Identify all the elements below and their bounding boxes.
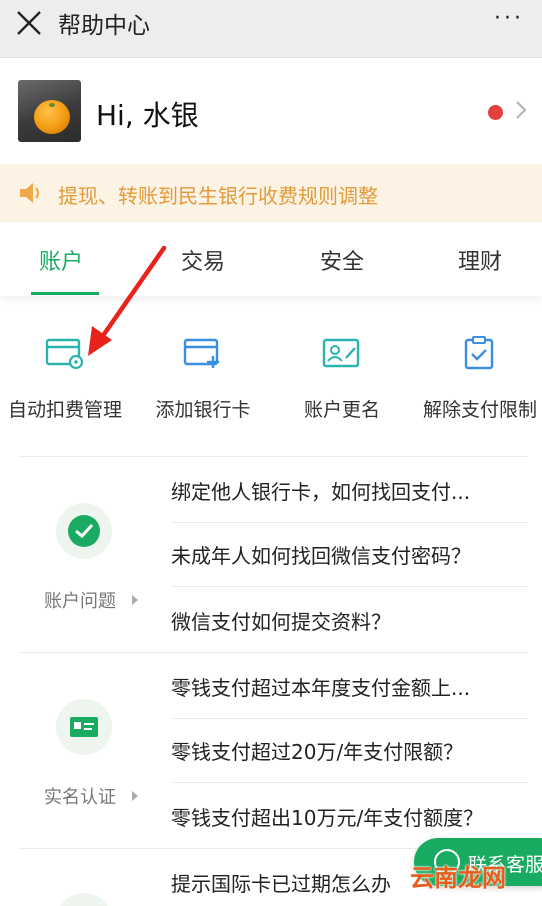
quick-action-label: 账户更名 (303, 399, 380, 421)
notification-dot (488, 105, 503, 120)
tab-wealth[interactable]: 理财 (458, 244, 502, 276)
caret-right-icon (132, 791, 138, 801)
quick-action-remove-restriction[interactable]: 解除支付限制 (410, 300, 542, 430)
category-account-issues[interactable]: 账户问题 (18, 457, 168, 652)
avatar (18, 80, 81, 142)
clipboard-check-icon (464, 336, 494, 370)
profile-row[interactable]: Hi, 水银 (0, 58, 542, 164)
faq-question[interactable]: 零钱支付超过本年度支付金额上... (171, 653, 528, 719)
top-bar: 帮助中心 ··· (0, 0, 542, 58)
tab-transaction[interactable]: 交易 (181, 244, 225, 276)
speaker-icon (20, 183, 39, 203)
category-label: 账户问题 (44, 591, 116, 612)
faq-group-account: 账户问题 绑定他人银行卡，如何找回支付... 未成年人如何找回微信支付密码？ 微… (18, 456, 528, 652)
wechat-pay-icon (56, 503, 112, 559)
faq-question[interactable]: 微信支付如何提交资料？ (171, 587, 528, 653)
card-gear-icon (45, 338, 84, 370)
category-label: 实名认证 (44, 787, 116, 808)
faq-question[interactable]: 绑定他人银行卡，如何找回支付... (171, 457, 528, 523)
close-icon[interactable] (14, 8, 44, 38)
chevron-right-icon (516, 101, 527, 119)
page-title: 帮助中心 (58, 13, 150, 39)
more-menu-button[interactable]: ··· (494, 6, 524, 32)
faq-group-verification: 实名认证 零钱支付超过本年度支付金额上... 零钱支付超过20万/年支付限额？ … (18, 652, 528, 848)
quick-action-rename-account[interactable]: 账户更名 (272, 300, 412, 430)
faq-question[interactable]: 未成年人如何找回微信支付密码？ (171, 521, 528, 587)
greeting-text: Hi, 水银 (96, 99, 199, 132)
annotation-arrow (88, 245, 167, 356)
category-icon (56, 893, 112, 906)
quick-action-label: 添加银行卡 (155, 399, 251, 421)
quick-action-label: 解除支付限制 (422, 399, 537, 421)
caret-right-icon (132, 595, 138, 605)
id-card-icon (56, 699, 112, 755)
quick-action-label: 自动扣费管理 (7, 399, 122, 421)
tab-security[interactable]: 安全 (320, 244, 364, 276)
notice-text: 提现、转账到民生银行收费规则调整 (58, 184, 378, 208)
faq-question[interactable]: 零钱支付超过20万/年支付限额？ (171, 717, 528, 783)
category-real-name[interactable]: 实名认证 (18, 653, 168, 848)
watermark: 云南龙网 (410, 864, 506, 892)
id-card-edit-icon (322, 338, 360, 368)
notice-banner[interactable]: 提现、转账到民生银行收费规则调整 (0, 164, 542, 222)
card-add-icon (183, 338, 219, 368)
category-partial[interactable] (18, 849, 168, 906)
tab-account[interactable]: 账户 (39, 244, 83, 276)
help-center-page: 帮助中心 ··· Hi, 水银 提现、转账到民生银行收费规则调整 账户 交易 安… (0, 0, 542, 906)
